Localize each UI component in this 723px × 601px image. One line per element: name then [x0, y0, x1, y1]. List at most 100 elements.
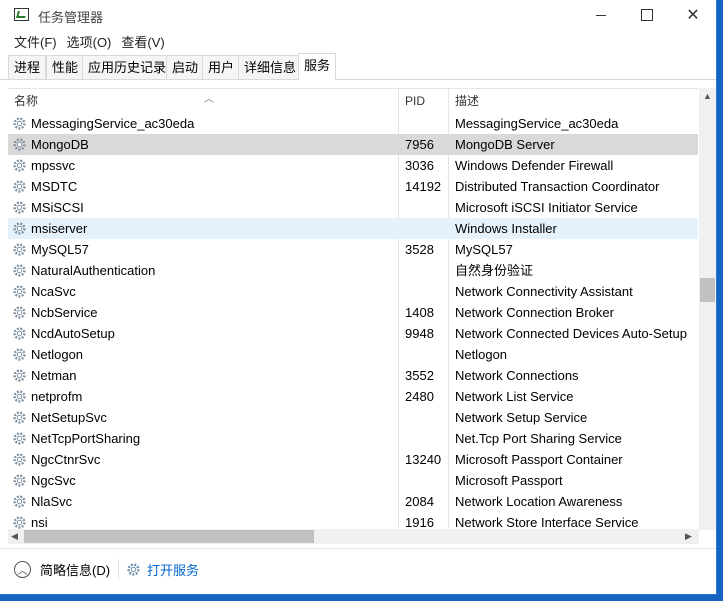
gear-icon — [13, 453, 26, 466]
service-pid: 2480 — [405, 389, 434, 404]
task-manager-window: 任务管理器 ✕ 文件(F) 选项(O) 查看(V) 进程 性能 应用历史记录 启… — [0, 0, 717, 595]
table-row[interactable]: mpssvc 3036 Windows Defender Firewall — [8, 155, 698, 176]
service-pid: 7956 — [405, 137, 434, 152]
service-name: NgcCtnrSvc — [31, 452, 101, 467]
service-name: NcbService — [31, 305, 98, 320]
table-row[interactable]: NcaSvc Network Connectivity Assistant — [8, 281, 698, 302]
scroll-left-arrow-icon[interactable]: ◀ — [11, 531, 18, 542]
table-row[interactable]: MongoDB 7956 MongoDB Server — [8, 134, 698, 155]
gear-icon — [13, 306, 26, 319]
maximize-icon — [641, 9, 653, 21]
service-name: Netlogon — [31, 347, 84, 362]
table-row[interactable]: NgcSvc Microsoft Passport — [8, 470, 698, 491]
window-title: 任务管理器 — [38, 10, 104, 25]
menu-file[interactable]: 文件(F) — [0, 30, 63, 52]
close-button[interactable]: ✕ — [670, 0, 716, 30]
services-table: 名称 ︿ PID 描述 MessagingService_ac30eda Mess… — [8, 88, 698, 531]
gear-icon — [13, 117, 26, 130]
table-row[interactable]: NcbService 1408 Network Connection Broker — [8, 302, 698, 323]
service-description: MessagingService_ac30eda — [455, 116, 619, 131]
service-description: Netlogon — [455, 347, 508, 362]
gear-icon — [127, 563, 140, 576]
menu-bar: 文件(F) 选项(O) 查看(V) — [0, 30, 716, 52]
table-row[interactable]: MSDTC 14192 Distributed Transaction Coordi… — [8, 176, 698, 197]
column-header-name[interactable]: 名称 ︿ — [14, 89, 398, 113]
fewer-details-button[interactable]: ︿ 简略信息(D) — [14, 560, 110, 579]
service-pid: 14192 — [405, 179, 442, 194]
gear-icon — [13, 474, 26, 487]
service-description: Network Location Awareness — [455, 494, 623, 509]
minimize-icon — [596, 14, 606, 16]
service-description: Network List Service — [455, 389, 574, 404]
column-header-pid[interactable]: PID — [405, 89, 445, 113]
open-services-link[interactable]: 打开服务 — [126, 560, 199, 579]
service-description: 自然身份验证 — [455, 263, 534, 278]
service-pid: 13240 — [405, 452, 442, 467]
gear-icon — [13, 285, 26, 298]
service-name: NcaSvc — [31, 284, 76, 299]
title-bar[interactable]: 任务管理器 ✕ — [0, 0, 716, 30]
close-icon: ✕ — [686, 7, 700, 24]
column-header-description[interactable]: 描述 — [455, 89, 695, 113]
table-row[interactable]: netprofm 2480 Network List Service — [8, 386, 698, 407]
vertical-scroll-thumb[interactable] — [700, 278, 715, 302]
service-name: MSDTC — [31, 179, 78, 194]
horizontal-scroll-thumb[interactable] — [24, 530, 314, 543]
column-header-name-label: 名称 — [14, 94, 39, 108]
tab-app-history[interactable]: 应用历史记录 — [82, 55, 173, 79]
open-services-label: 打开服务 — [147, 563, 200, 578]
service-name: NaturalAuthentication — [31, 263, 156, 278]
tab-services[interactable]: 服务 — [298, 53, 337, 80]
gear-icon — [13, 222, 26, 235]
service-description: MySQL57 — [455, 242, 513, 257]
task-manager-app-icon — [14, 8, 29, 21]
table-row[interactable]: NcdAutoSetup 9948 Network Connected Device… — [8, 323, 698, 344]
service-name: msiserver — [31, 221, 88, 236]
table-row[interactable]: NlaSvc 2084 Network Location Awareness — [8, 491, 698, 512]
menu-options[interactable]: 选项(O) — [65, 30, 118, 52]
service-name: MongoDB — [31, 137, 89, 152]
service-name: netprofm — [31, 389, 83, 404]
service-description: Network Setup Service — [455, 410, 588, 425]
gear-icon — [13, 390, 26, 403]
table-row[interactable]: NaturalAuthentication 自然身份验证 — [8, 260, 698, 281]
table-row[interactable]: MessagingService_ac30eda MessagingService… — [8, 113, 698, 134]
gear-icon — [13, 138, 26, 151]
table-row[interactable]: NetSetupSvc Network Setup Service — [8, 407, 698, 428]
service-name: MSiSCSI — [31, 200, 84, 215]
service-pid: 1408 — [405, 305, 434, 320]
service-name: NlaSvc — [31, 494, 73, 509]
tab-processes[interactable]: 进程 — [8, 55, 47, 79]
gear-icon — [13, 264, 26, 277]
table-row[interactable]: MySQL57 3528 MySQL57 — [8, 239, 698, 260]
gear-icon — [13, 411, 26, 424]
tab-details[interactable]: 详细信息 — [238, 55, 303, 79]
footer-divider — [118, 559, 119, 579]
table-row[interactable]: NgcCtnrSvc 13240 Microsoft Passport Contai… — [8, 449, 698, 470]
service-description: Network Connections — [455, 368, 579, 383]
menu-view[interactable]: 查看(V) — [119, 30, 170, 52]
fewer-details-label: 简略信息(D) — [40, 563, 111, 578]
vertical-scrollbar[interactable]: ▲ — [699, 88, 716, 530]
footer-bar: ︿ 简略信息(D) 打开服务 — [0, 548, 716, 594]
table-row[interactable]: Netlogon Netlogon — [8, 344, 698, 365]
service-description: Network Connected Devices Auto-Setup — [455, 326, 687, 341]
table-row[interactable]: MSiSCSI Microsoft iSCSI Initiator Service — [8, 197, 698, 218]
table-row[interactable]: msiserver Windows Installer — [8, 218, 698, 239]
minimize-button[interactable] — [578, 0, 624, 30]
gear-icon — [13, 180, 26, 193]
service-description: MongoDB Server — [455, 137, 555, 152]
tab-users[interactable]: 用户 — [202, 55, 241, 79]
scroll-right-arrow-icon[interactable]: ▶ — [685, 531, 692, 542]
service-name: NcdAutoSetup — [31, 326, 115, 341]
table-row[interactable]: Netman 3552 Network Connections — [8, 365, 698, 386]
service-description: Microsoft Passport — [455, 473, 563, 488]
service-description: Network Connection Broker — [455, 305, 614, 320]
tab-startup[interactable]: 启动 — [166, 55, 205, 79]
maximize-button[interactable] — [624, 0, 670, 30]
scroll-up-arrow-icon[interactable]: ▲ — [703, 91, 712, 101]
table-row[interactable]: NetTcpPortSharing Net.Tcp Port Sharing Se… — [8, 428, 698, 449]
horizontal-scrollbar[interactable]: ◀ ▶ — [8, 529, 699, 544]
tab-performance[interactable]: 性能 — [46, 55, 85, 79]
service-description: Net.Tcp Port Sharing Service — [455, 431, 622, 446]
